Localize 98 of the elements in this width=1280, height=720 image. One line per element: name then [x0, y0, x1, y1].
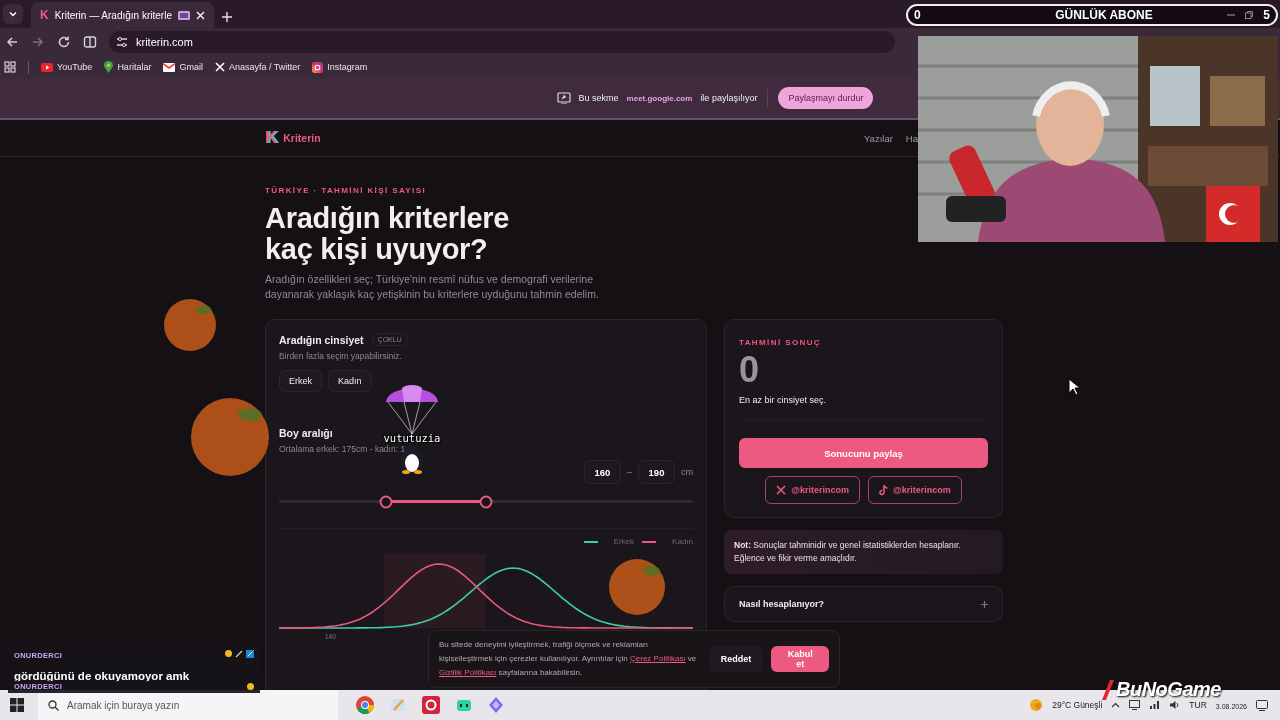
- max-height-field[interactable]: 190: [638, 460, 675, 484]
- music-note-icon: [879, 484, 888, 496]
- minimize-icon: [1227, 11, 1236, 19]
- gender-option[interactable]: Kadın: [328, 370, 372, 392]
- record-app-icon[interactable]: [422, 696, 440, 714]
- plus-icon: [981, 600, 988, 608]
- screen-share-icon: [556, 92, 571, 104]
- bookmark[interactable]: Haritalar: [104, 61, 152, 73]
- chevron-up-icon[interactable]: [1111, 700, 1121, 710]
- close-icon[interactable]: [195, 10, 205, 20]
- windows-icon[interactable]: [10, 698, 24, 712]
- bookmark[interactable]: Anasayfa / Twitter: [214, 62, 301, 72]
- chat-text: gördüğünü de okuyamoyor amk: [14, 670, 191, 682]
- legend-label: Kadın: [672, 537, 693, 546]
- fruit-drawing: [163, 298, 217, 352]
- section-title: Aradığın cinsiyet: [279, 333, 364, 346]
- network-icon[interactable]: [1149, 700, 1161, 710]
- goal-title: GÜNLÜK ABONE: [1054, 8, 1154, 22]
- bookmark[interactable]: Instagram: [312, 61, 368, 73]
- camera-icon: [312, 61, 324, 73]
- pen-icon: [235, 650, 243, 658]
- split-view-icon[interactable]: [83, 35, 97, 49]
- taskbar-search-field[interactable]: Aramak için buraya yazın: [38, 690, 338, 720]
- gender-option[interactable]: Erkek: [279, 370, 322, 392]
- faq-question: Nasıl hesaplanıyor?: [739, 599, 825, 609]
- sticker-name: vututuzia: [383, 432, 441, 444]
- slash-mark-icon: [1100, 679, 1114, 700]
- slider-handle[interactable]: [479, 495, 493, 508]
- browser-icon[interactable]: [356, 696, 374, 714]
- min-height-field[interactable]: 160: [584, 460, 621, 484]
- tab-list-button[interactable]: [3, 4, 23, 24]
- social-link[interactable]: @kriterincom: [765, 476, 860, 504]
- stop-sharing-button[interactable]: Paylaşmayı durdur: [778, 87, 874, 109]
- page-title: Aradığın kriterlere kaç kişi uyuyor?: [265, 203, 511, 265]
- tab-title: Kriterin — Aradığın kriterle: [54, 9, 172, 21]
- reject-button[interactable]: Reddet: [708, 646, 764, 672]
- x-icon: [776, 485, 787, 495]
- fruit-drawing: [608, 558, 666, 616]
- hint-text: Birden fazla seçim yapabilirsiniz.: [279, 351, 403, 361]
- forward-arrow-icon[interactable]: [31, 35, 45, 49]
- policy-link[interactable]: Çerez Politikası: [630, 654, 686, 663]
- stream-logo: BuNoGame: [1116, 678, 1221, 701]
- cursor-icon: [1068, 378, 1080, 396]
- media-icon: [177, 10, 190, 20]
- badge-icon: [246, 650, 254, 658]
- range-slider[interactable]: [279, 495, 693, 508]
- legend-label: Erkek: [613, 537, 635, 546]
- unit-label: cm: [681, 467, 693, 477]
- note-text: Not: Sonuçlar tahminidir ve genel istatistiklerden hesaplanır. Eğlence ve fikir verme amaçlıdır.: [724, 530, 1003, 574]
- eyebrow-text: TÜRKİYE · TAHMİNİ KİŞİ SAYISI: [265, 186, 428, 195]
- slider-handle[interactable]: [379, 495, 393, 508]
- range-separator: –: [627, 467, 632, 477]
- site-settings-icon[interactable]: [115, 35, 129, 49]
- restore-icon: [1245, 11, 1254, 19]
- language-indicator[interactable]: TUR: [1189, 700, 1207, 710]
- notification-icon[interactable]: [1256, 699, 1268, 711]
- share-status-text: Bu sekme: [578, 93, 619, 103]
- intro-text: Aradığın özellikleri seç; Türkiye'nin resmî nüfus ve demografi verilerine dayanarak yaklaşık kaç yetişkinin bu kriterlere uyduğunu tahmin edelim.: [265, 272, 600, 302]
- browser-tab[interactable]: K Kriterin — Aradığın kriterle: [31, 2, 214, 28]
- goal-target: 5: [1263, 8, 1270, 22]
- sun-icon: [1029, 698, 1044, 712]
- logo-mark: K: [265, 128, 278, 148]
- speaker-icon[interactable]: [1169, 700, 1181, 710]
- result-message: En az bir cinsiyet seç.: [739, 395, 828, 405]
- policy-link[interactable]: Gizlilik Politikası: [439, 668, 497, 677]
- brand-name: Kriterin: [283, 132, 321, 144]
- plus-icon: [221, 12, 232, 22]
- reload-icon[interactable]: [57, 35, 71, 49]
- mail-icon: [163, 62, 176, 72]
- coin-icon: [247, 683, 254, 690]
- monitor-icon[interactable]: [1129, 700, 1141, 710]
- pin-icon: [104, 61, 114, 73]
- section-title: Boy aralığı: [279, 427, 333, 439]
- nav-link[interactable]: Ha: [905, 132, 918, 144]
- bookmark[interactable]: Gmail: [163, 62, 203, 72]
- coin-icon: [225, 650, 232, 657]
- search-icon: [48, 699, 59, 711]
- faq-item[interactable]: Nasıl hesaplanıyor?: [724, 586, 1003, 622]
- share-status-text: ile paylaşılıyor: [700, 93, 758, 103]
- social-link[interactable]: @kriterincom: [868, 476, 962, 504]
- new-tab-button[interactable]: [221, 12, 232, 22]
- address-bar[interactable]: kriterin.com: [109, 31, 895, 53]
- weather-text: 29°C Güneşli: [1052, 700, 1103, 710]
- back-arrow-icon[interactable]: [5, 35, 19, 49]
- diamond-icon[interactable]: [488, 696, 504, 714]
- result-value: 0: [739, 351, 761, 389]
- play-icon: [41, 62, 53, 72]
- apps-grid-icon[interactable]: [4, 61, 16, 73]
- bookmark[interactable]: YouTube: [41, 62, 93, 72]
- goal-current: 0: [914, 8, 921, 22]
- cookie-text: Bu sitede deneyimi iyileştirmek, trafiği ölçmek ve reklamları kişiselleştirmek için çerezler kullanılıyor. Ayrıntılar için Çerez Politikası ve Gizlilik Politikası sayfalarına bakabilirsin.: [439, 639, 698, 679]
- nav-link[interactable]: Yazılar: [863, 132, 893, 144]
- result-label: TAHMİNİ SONUÇ: [739, 338, 823, 347]
- shared-site-text: meet.google.com: [626, 93, 693, 103]
- x-icon: [214, 62, 225, 72]
- penguin-drawing: [398, 444, 426, 474]
- chevron-down-icon: [8, 9, 18, 19]
- favicon: K: [40, 8, 49, 22]
